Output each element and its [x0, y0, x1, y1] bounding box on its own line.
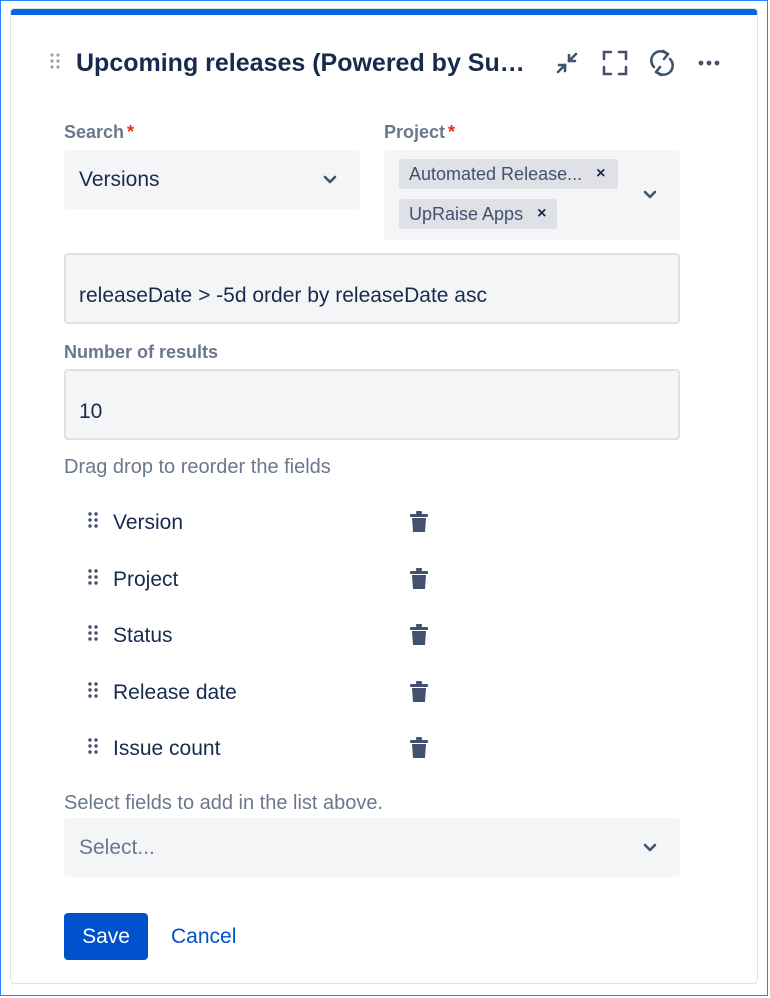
drag-handle-icon[interactable]	[88, 624, 98, 642]
cancel-button[interactable]: Cancel	[171, 913, 236, 960]
search-select[interactable]: Versions	[64, 150, 360, 209]
trash-icon[interactable]	[409, 737, 429, 759]
chevron-down-icon[interactable]	[643, 190, 657, 200]
trash-icon[interactable]	[409, 568, 429, 590]
drag-handle-icon[interactable]	[88, 681, 98, 699]
project-tag: UpRaise Apps ×	[399, 199, 557, 229]
results-input[interactable]: 10	[64, 369, 680, 440]
project-tag-label: UpRaise Apps	[409, 203, 524, 224]
results-input-value: 10	[79, 400, 103, 423]
trash-icon[interactable]	[409, 681, 429, 703]
minimize-icon[interactable]	[551, 47, 583, 79]
query-input[interactable]: releaseDate > -5d order by releaseDate a…	[64, 253, 680, 324]
project-multiselect[interactable]: Automated Release... × UpRaise Apps ×	[384, 150, 680, 240]
save-button[interactable]: Save	[64, 913, 148, 960]
gadget-card: Upcoming releases (Powered by Super... S…	[10, 8, 758, 984]
field-label: Issue count	[113, 737, 221, 760]
field-label: Version	[113, 511, 184, 534]
required-indicator: *	[127, 122, 135, 142]
drag-handle-icon[interactable]	[88, 568, 98, 586]
field-row[interactable]: Issue count	[11, 733, 757, 773]
query-input-value: releaseDate > -5d order by releaseDate a…	[79, 284, 487, 307]
chevron-down-icon	[323, 175, 337, 184]
field-row[interactable]: Project	[11, 564, 757, 604]
add-fields-label: Select fields to add in the list above.	[64, 792, 384, 814]
project-tag: Automated Release... ×	[399, 159, 618, 189]
remove-tag-icon[interactable]: ×	[537, 205, 546, 223]
field-label: Release date	[113, 681, 237, 704]
more-icon[interactable]	[693, 47, 725, 79]
project-label-text: Project	[384, 122, 446, 142]
fullscreen-icon[interactable]	[599, 47, 631, 79]
chevron-down-icon	[643, 843, 657, 852]
card-accent-bar	[11, 9, 757, 15]
search-label-text: Search	[64, 122, 125, 142]
drag-handle-icon[interactable]	[88, 737, 98, 755]
field-row[interactable]: Version	[11, 507, 757, 547]
add-fields-select[interactable]: Select...	[64, 818, 680, 877]
reorder-hint: Drag drop to reorder the fields	[64, 456, 331, 478]
remove-tag-icon[interactable]: ×	[596, 165, 605, 183]
gadget-title: Upcoming releases (Powered by Super...	[76, 49, 536, 77]
field-row[interactable]: Status	[11, 620, 757, 660]
results-label: Number of results	[64, 342, 219, 362]
add-fields-placeholder: Select...	[79, 836, 155, 859]
field-row[interactable]: Release date	[11, 677, 757, 717]
trash-icon[interactable]	[409, 624, 429, 646]
refresh-icon[interactable]	[646, 47, 678, 79]
field-label: Project	[113, 568, 179, 591]
project-label: Project *	[384, 122, 455, 143]
drag-handle-icon[interactable]	[49, 52, 61, 76]
field-label: Status	[113, 624, 173, 647]
trash-icon[interactable]	[409, 511, 429, 533]
search-label: Search *	[64, 122, 134, 143]
required-indicator: *	[448, 122, 456, 142]
drag-handle-icon[interactable]	[88, 511, 98, 529]
project-tag-label: Automated Release...	[409, 163, 583, 184]
search-select-value: Versions	[79, 168, 160, 191]
